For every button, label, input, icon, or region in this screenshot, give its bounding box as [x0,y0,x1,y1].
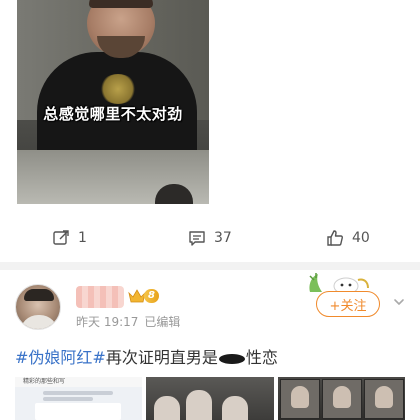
vip-level: 8 [144,289,159,303]
post-image-1[interactable]: 精彩的那些和写 [15,377,142,420]
post-image-2[interactable] [146,377,274,420]
post-text: #伪娘阿红#再次证明直男是 性恋 [15,344,278,368]
post-image-3[interactable] [278,377,405,420]
image3-cell [364,379,404,419]
image2-person [154,396,180,420]
repost-button[interactable]: 1 [52,224,87,252]
avatar-hair [24,289,54,301]
image-figure-hair [89,0,153,8]
repost-icon [53,230,69,245]
username-redacted[interactable] [76,286,124,308]
image1-header: 精彩的那些和写 [15,377,142,387]
image1-line [43,397,93,401]
post-action-bar: 1 37 40 [0,224,420,252]
image3-cell [280,379,320,419]
like-count: 40 [352,230,370,246]
thumbs-up-icon [327,230,343,246]
post-text-body-end: 性恋 [245,348,278,367]
image-caption: 总感觉哪里不太对劲 [43,105,183,123]
post-meta: 昨天 19:17 已编辑 [76,313,180,330]
image1-card [35,403,121,420]
avatar[interactable] [15,284,61,330]
comment-button[interactable]: 37 [188,224,232,252]
follow-button[interactable]: +关注 [316,291,380,317]
comment-icon [189,231,205,246]
feed-divider [0,262,420,270]
vip-badge[interactable]: 8 [128,288,159,304]
post-image-meme[interactable]: 总感觉哪里不太对劲 [17,0,209,204]
image1-line [43,391,113,395]
image2-person [222,396,248,420]
chevron-down-icon[interactable] [392,292,406,314]
image3-cell [322,379,362,419]
image2-person [186,390,212,420]
edited-label: 已编辑 [144,315,181,329]
repost-count: 1 [78,230,87,246]
image-shirt-print [99,74,137,104]
avatar-body [20,315,58,329]
hashtag-link[interactable]: #伪娘阿红# [15,348,106,367]
comment-count: 37 [214,230,232,246]
like-button[interactable]: 40 [326,224,370,252]
censor-mark [218,353,245,364]
post-text-body: 再次证明直男是 [105,348,218,367]
post-time: 昨天 19:17 [76,315,139,329]
